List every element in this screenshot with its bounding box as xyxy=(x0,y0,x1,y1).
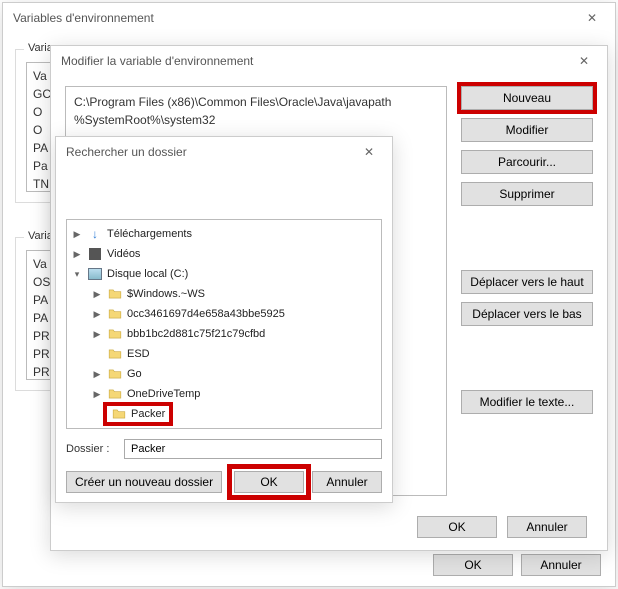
folder-icon xyxy=(111,406,127,422)
tree-label: Téléchargements xyxy=(107,228,192,240)
tree-label: Vidéos xyxy=(107,248,140,260)
close-icon[interactable]: ✕ xyxy=(354,137,384,167)
path-item[interactable]: %SystemRoot%\system32 xyxy=(74,111,438,129)
folder-icon xyxy=(107,306,123,322)
cancel-button[interactable]: Annuler xyxy=(507,516,587,538)
tree-label: Packer xyxy=(131,408,165,420)
close-icon[interactable]: ✕ xyxy=(577,3,607,33)
move-down-button[interactable]: Déplacer vers le bas xyxy=(461,302,593,326)
chevron-right-icon[interactable]: ▶ xyxy=(71,249,83,260)
tree-item-disk-c[interactable]: ▾ Disque local (C:) xyxy=(69,264,379,284)
new-folder-button[interactable]: Créer un nouveau dossier xyxy=(66,471,222,493)
chevron-right-icon[interactable]: ▶ xyxy=(91,289,103,300)
tree-label: OneDriveTemp xyxy=(127,388,200,400)
tree-label: bbb1bc2d881c75f21c79cfbd xyxy=(127,328,265,340)
tree-label: 0cc3461697d4e658a43bbe5925 xyxy=(127,308,285,320)
edit-button[interactable]: Modifier xyxy=(461,118,593,142)
tree-item[interactable]: ▶ Go xyxy=(69,364,379,384)
tree-item[interactable]: ▶ OneDriveTemp xyxy=(69,384,379,404)
folder-tree[interactable]: ▶ ↓ Téléchargements ▶ Vidéos ▾ Disque lo… xyxy=(66,219,382,429)
edit-title: Modifier la variable d'environnement xyxy=(61,54,253,68)
move-up-button[interactable]: Déplacer vers le haut xyxy=(461,270,593,294)
tree-label: Go xyxy=(127,368,142,380)
tree-item[interactable]: ▶ $Windows.~WS xyxy=(69,284,379,304)
browse-title: Rechercher un dossier xyxy=(66,145,187,159)
folder-icon xyxy=(107,346,123,362)
browse-button[interactable]: Parcourir... xyxy=(461,150,593,174)
folder-icon xyxy=(107,366,123,382)
chevron-right-icon[interactable]: ▶ xyxy=(71,229,83,240)
cancel-button[interactable]: Annuler xyxy=(521,554,601,576)
ok-button[interactable]: OK xyxy=(234,471,304,493)
chevron-down-icon[interactable]: ▾ xyxy=(71,269,83,280)
tree-item[interactable]: ▶ 0cc3461697d4e658a43bbe5925 xyxy=(69,304,379,324)
folder-icon xyxy=(107,286,123,302)
browse-folder-window: Rechercher un dossier ✕ ▶ ↓ Téléchargeme… xyxy=(55,136,393,503)
tree-label: Disque local (C:) xyxy=(107,268,188,280)
video-icon xyxy=(87,246,103,262)
chevron-right-icon[interactable]: ▶ xyxy=(91,329,103,340)
tree-item-videos[interactable]: ▶ Vidéos xyxy=(69,244,379,264)
ok-button[interactable]: OK xyxy=(433,554,513,576)
new-button[interactable]: Nouveau xyxy=(461,86,593,110)
tree-label: $Windows.~WS xyxy=(127,288,205,300)
tree-item[interactable]: ▶ bbb1bc2d881c75f21c79cfbd xyxy=(69,324,379,344)
close-icon[interactable]: ✕ xyxy=(569,46,599,76)
tree-item[interactable]: ESD xyxy=(69,344,379,364)
edit-titlebar: Modifier la variable d'environnement ✕ xyxy=(51,46,607,76)
dossier-input[interactable] xyxy=(124,439,382,459)
folder-icon xyxy=(107,386,123,402)
path-item[interactable]: C:\Program Files (x86)\Common Files\Orac… xyxy=(74,93,438,111)
edit-text-button[interactable]: Modifier le texte... xyxy=(461,390,593,414)
chevron-right-icon[interactable]: ▶ xyxy=(91,369,103,380)
chevron-right-icon[interactable]: ▶ xyxy=(91,309,103,320)
ok-button[interactable]: OK xyxy=(417,516,497,538)
env-titlebar: Variables d'environnement ✕ xyxy=(3,3,615,33)
delete-button[interactable]: Supprimer xyxy=(461,182,593,206)
tree-item-downloads[interactable]: ▶ ↓ Téléchargements xyxy=(69,224,379,244)
download-icon: ↓ xyxy=(87,226,103,242)
browse-titlebar: Rechercher un dossier ✕ xyxy=(56,137,392,167)
env-title: Variables d'environnement xyxy=(13,11,154,25)
disk-icon xyxy=(87,266,103,282)
folder-icon xyxy=(107,326,123,342)
tree-item-packer[interactable]: Packer xyxy=(69,404,379,424)
cancel-button[interactable]: Annuler xyxy=(312,471,382,493)
dossier-label: Dossier : xyxy=(66,443,114,455)
tree-label: ESD xyxy=(127,348,150,360)
chevron-right-icon[interactable]: ▶ xyxy=(91,389,103,400)
